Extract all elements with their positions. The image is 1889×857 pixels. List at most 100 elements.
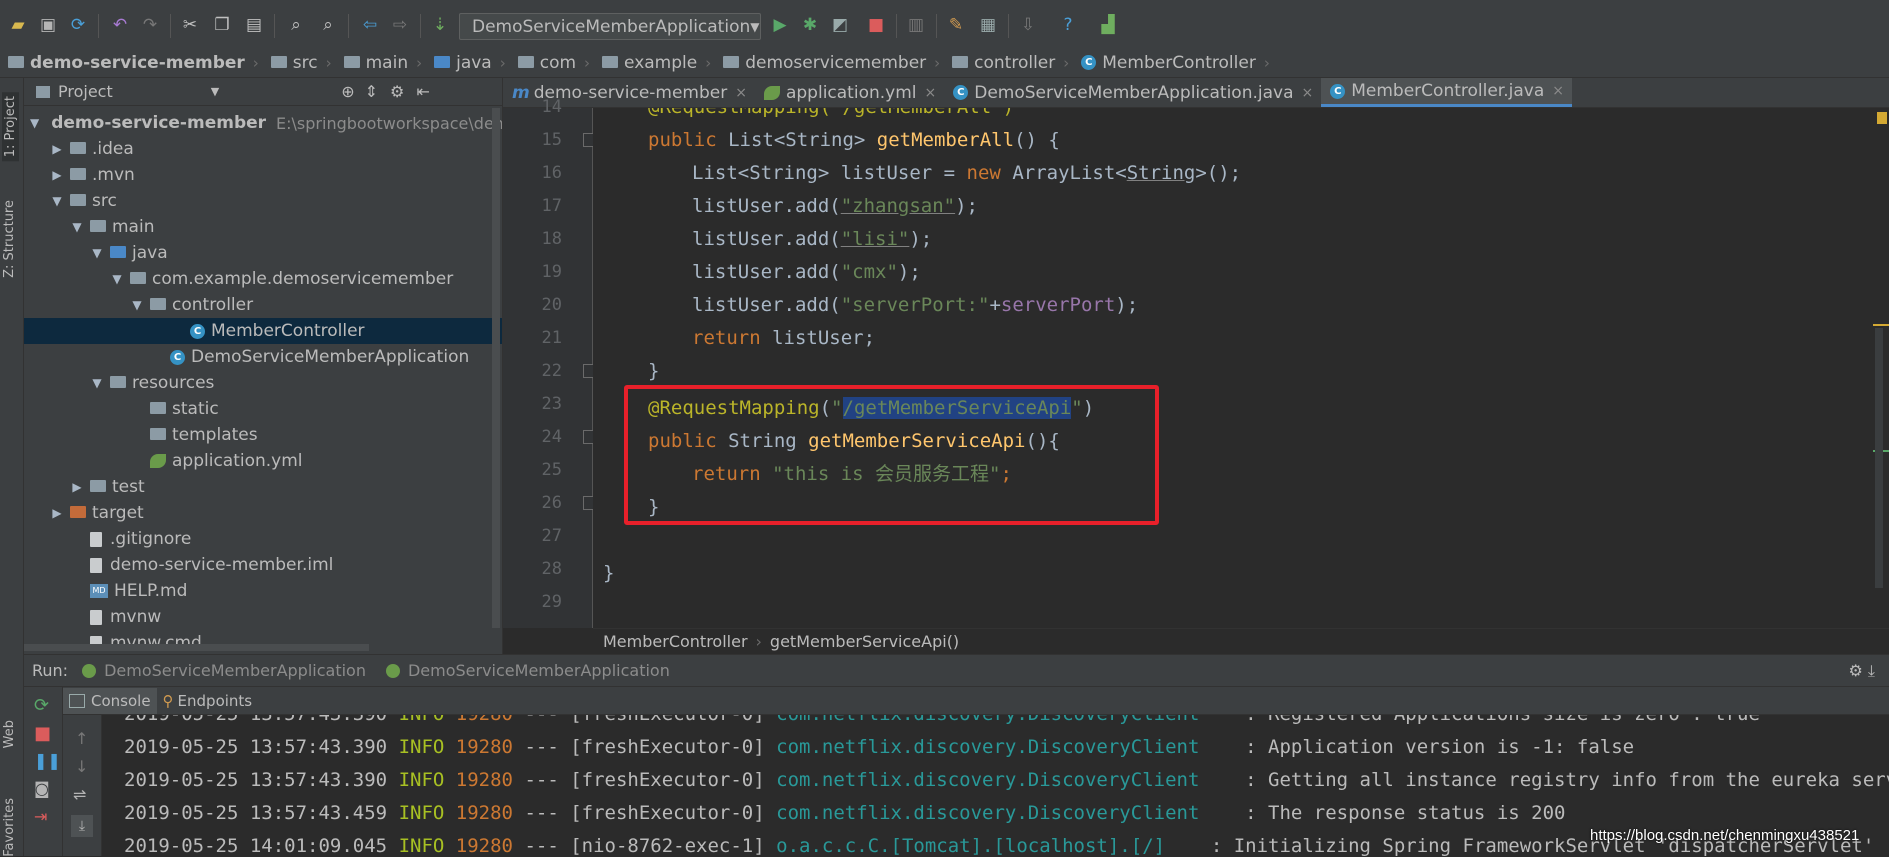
- open-folder-icon[interactable]: ▰: [8, 15, 28, 35]
- expanded-arrow-icon[interactable]: ▼: [90, 246, 104, 260]
- pause-icon[interactable]: ❚❚: [34, 751, 61, 770]
- tab-endpoints[interactable]: ⚲ Endpoints: [157, 688, 259, 714]
- tree-item[interactable]: static: [24, 396, 502, 422]
- breadcrumb-item-main[interactable]: main ›: [336, 53, 426, 73]
- project-hscrollbar[interactable]: [24, 644, 369, 651]
- tree-item[interactable]: ▶ test: [24, 474, 502, 500]
- expanded-arrow-icon[interactable]: ▼: [90, 376, 104, 390]
- cut-icon[interactable]: ✂: [180, 15, 200, 35]
- close-icon[interactable]: ×: [1552, 83, 1564, 99]
- locate-icon[interactable]: ⊕: [341, 82, 354, 101]
- collapsed-arrow-icon[interactable]: ▶: [50, 142, 64, 156]
- close-icon[interactable]: ×: [735, 85, 747, 101]
- help-icon[interactable]: ?: [1058, 15, 1078, 35]
- vcs-icon[interactable]: ▥: [906, 15, 926, 35]
- tab-structure[interactable]: Z: Structure: [2, 200, 17, 278]
- expanded-arrow-icon[interactable]: ▼: [110, 272, 124, 286]
- tree-item[interactable]: mvnw: [24, 604, 502, 630]
- redo-icon[interactable]: ↷: [140, 15, 160, 35]
- chevron-down-icon[interactable]: ▼: [211, 85, 219, 98]
- breadcrumb-item-com[interactable]: com ›: [510, 53, 594, 73]
- tree-item[interactable]: .gitignore: [24, 526, 502, 552]
- exit-icon[interactable]: ⇥: [34, 807, 47, 826]
- gear-icon[interactable]: ⚙ ⤓: [1848, 661, 1875, 681]
- paste-icon[interactable]: ▤: [244, 15, 264, 35]
- sdk-download-icon[interactable]: ⇩: [1018, 15, 1038, 35]
- tree-item[interactable]: ▶ .mvn: [24, 162, 502, 188]
- camera-icon[interactable]: ◙: [34, 779, 50, 798]
- code-editor[interactable]: @RequestMapping("/getMemberAll") public …: [593, 108, 1889, 628]
- tab-web[interactable]: Web: [2, 720, 17, 748]
- tree-item[interactable]: ▶ .idea: [24, 136, 502, 162]
- tab-favorites[interactable]: Favorites: [2, 798, 17, 857]
- tree-item[interactable]: application.yml: [24, 448, 502, 474]
- tree-item[interactable]: demo-service-member.iml: [24, 552, 502, 578]
- breadcrumb-item-demoservicemember[interactable]: demoservicemember ›: [715, 53, 944, 73]
- breadcrumb-item-src[interactable]: src ›: [263, 53, 336, 73]
- tree-item[interactable]: ▼ demo-service-member E:\springbootworkspa…: [24, 110, 502, 136]
- settings-icon[interactable]: ✎: [946, 15, 966, 35]
- tree-item[interactable]: ▼ main: [24, 214, 502, 240]
- find-icon[interactable]: ⌕: [286, 15, 306, 35]
- tree-item[interactable]: ▼ java: [24, 240, 502, 266]
- plugin-icon[interactable]: ▟: [1098, 15, 1118, 35]
- breadcrumb-item-membercontroller[interactable]: C MemberController ›: [1073, 53, 1274, 73]
- run-configuration-select[interactable]: DemoServiceMemberApplication ▼: [459, 13, 761, 40]
- tree-item[interactable]: ▼ controller: [24, 292, 502, 318]
- code-breadcrumb-class[interactable]: MemberController: [603, 632, 748, 651]
- coverage-icon[interactable]: ◩: [830, 15, 850, 35]
- tree-item[interactable]: ▼ com.example.demoservicemember: [24, 266, 502, 292]
- tab-membercontroller-java[interactable]: C MemberController.java ×: [1321, 78, 1572, 107]
- stop-icon[interactable]: ■: [34, 723, 51, 744]
- soft-wrap-icon[interactable]: ⇌: [73, 785, 86, 804]
- save-icon[interactable]: ▣: [38, 15, 58, 35]
- sync-icon[interactable]: ⟳: [68, 15, 88, 35]
- down-arrow-icon[interactable]: ↓: [75, 757, 88, 776]
- up-arrow-icon[interactable]: ↑: [75, 729, 88, 748]
- close-icon[interactable]: ×: [925, 85, 937, 101]
- collapsed-arrow-icon[interactable]: ▶: [50, 506, 64, 520]
- breadcrumb-item-example[interactable]: example ›: [594, 53, 715, 73]
- error-stripe-mark[interactable]: [1873, 324, 1889, 326]
- close-icon[interactable]: ×: [1302, 85, 1314, 101]
- expanded-arrow-icon[interactable]: ▼: [70, 220, 84, 234]
- stop-icon[interactable]: ■: [866, 15, 886, 35]
- gear-icon[interactable]: ⚙: [390, 82, 404, 101]
- expanded-arrow-icon[interactable]: ▼: [30, 116, 39, 130]
- breadcrumb-item-controller[interactable]: controller ›: [944, 53, 1073, 73]
- hide-icon[interactable]: ⇤: [416, 82, 429, 101]
- tree-item[interactable]: ▼ resources: [24, 370, 502, 396]
- tree-item[interactable]: ▶ target: [24, 500, 502, 526]
- project-panel-title[interactable]: Project: [58, 82, 113, 101]
- warning-marker-icon[interactable]: [1877, 112, 1887, 124]
- debug-icon[interactable]: ✱: [800, 15, 820, 35]
- undo-icon[interactable]: ↶: [110, 15, 130, 35]
- replace-icon[interactable]: ⌕: [318, 15, 338, 35]
- breadcrumb-item-java[interactable]: java ›: [426, 53, 510, 73]
- tab-demoservicememberapplication-java[interactable]: C DemoServiceMemberApplication.java ×: [944, 78, 1321, 107]
- rerun-icon[interactable]: ⟳: [34, 695, 49, 716]
- project-structure-icon[interactable]: ▦: [978, 15, 998, 35]
- collapsed-arrow-icon[interactable]: ▶: [50, 168, 64, 182]
- tree-item[interactable]: C MemberController: [24, 318, 502, 344]
- editor-scrollbar[interactable]: [1875, 328, 1883, 588]
- tab-application-yml[interactable]: application.yml ×: [755, 78, 944, 107]
- tree-item[interactable]: MD HELP.md: [24, 578, 502, 604]
- expanded-arrow-icon[interactable]: ▼: [130, 298, 144, 312]
- copy-icon[interactable]: ❐: [212, 15, 232, 35]
- breadcrumb-item-project[interactable]: demo-service-member ›: [0, 53, 263, 73]
- expanded-arrow-icon[interactable]: ▼: [50, 194, 64, 208]
- tree-item[interactable]: templates: [24, 422, 502, 448]
- run-tab-2[interactable]: DemoServiceMemberApplication: [385, 661, 670, 680]
- run-tab-1[interactable]: DemoServiceMemberApplication: [82, 661, 366, 680]
- tab-project[interactable]: 1: Project: [2, 92, 19, 162]
- run-icon[interactable]: ▶: [770, 15, 790, 35]
- collapse-icon[interactable]: ⇕: [365, 82, 378, 101]
- tree-item[interactable]: C DemoServiceMemberApplication: [24, 344, 502, 370]
- project-scrollbar[interactable]: [492, 108, 500, 628]
- build-icon[interactable]: ⇣: [430, 15, 450, 35]
- tab-console[interactable]: Console: [63, 687, 157, 714]
- back-icon[interactable]: ⇦: [360, 15, 380, 35]
- code-breadcrumb-method[interactable]: getMemberServiceApi(): [770, 632, 959, 651]
- scroll-to-end-icon[interactable]: ⤓: [71, 815, 93, 837]
